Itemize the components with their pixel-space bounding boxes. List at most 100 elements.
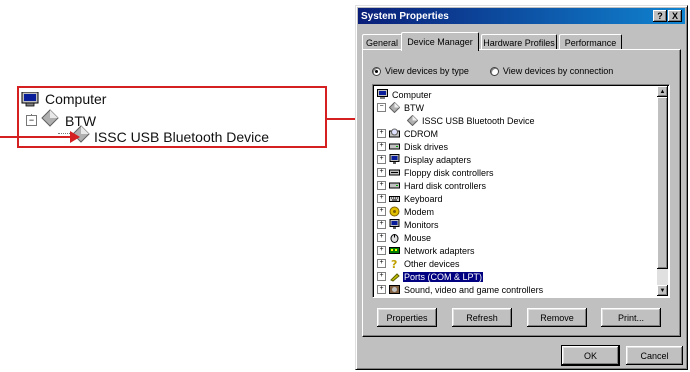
properties-button[interactable]: Properties [377, 308, 437, 327]
tree-item-label: Computer [392, 89, 432, 100]
tree-item[interactable]: + Disk drives [377, 140, 449, 153]
port-icon [389, 271, 400, 282]
collapse-icon[interactable]: − [377, 103, 386, 112]
collapse-icon: − [26, 115, 37, 126]
disk-icon [389, 180, 400, 191]
dialog-title: System Properties [361, 10, 449, 22]
tree-item-label: Mouse [404, 232, 432, 243]
tree-item[interactable]: + Monitors [377, 218, 440, 231]
computer-icon [377, 89, 388, 100]
dialog-titlebar[interactable]: System Properties ? X [358, 8, 685, 24]
tree-item[interactable]: − BTW [377, 101, 425, 114]
modem-icon [389, 206, 400, 217]
tree-item[interactable]: ISSC USB Bluetooth Device [406, 114, 536, 127]
tab-general[interactable]: General [362, 34, 402, 50]
network-icon [389, 245, 400, 256]
zoom-computer-row: Computer [21, 91, 106, 107]
tree-item[interactable]: + Ports (COM & LPT) [377, 270, 485, 283]
expand-icon[interactable]: + [377, 233, 386, 242]
tree-item-label: Display adapters [404, 154, 472, 165]
device-tree[interactable]: ▲ ▼ Computer − BTW ISSC USB Bluetooth Devic… [372, 84, 670, 298]
radio-by-type[interactable] [372, 66, 381, 76]
tree-item-label: Ports (COM & LPT) [401, 270, 485, 283]
tree-item[interactable]: + Sound, video and game controllers [377, 283, 544, 296]
radio-by-connection[interactable] [489, 66, 499, 76]
radio-by-connection-label[interactable]: View devices by connection [503, 66, 613, 76]
tree-item-label: Modem [404, 206, 435, 217]
tree-item-label: Disk drives [404, 141, 449, 152]
monitor-icon [389, 154, 400, 165]
view-mode-options: View devices by type View devices by con… [372, 66, 613, 76]
floppy-icon [389, 167, 400, 178]
mouse-icon [389, 232, 400, 243]
tree-item-label: Network adapters [404, 245, 475, 256]
close-button[interactable]: X [668, 10, 682, 22]
tree-item-label: Monitors [404, 219, 439, 230]
tree-item-label: Floppy disk controllers [404, 167, 494, 178]
tree-item-label: Hard disk controllers [404, 180, 487, 191]
tab-performance[interactable]: Performance [559, 34, 622, 50]
tree-item[interactable]: +System devices [377, 296, 468, 299]
zoom-device-label: ISSC USB Bluetooth Device [94, 128, 270, 145]
monitor-icon [389, 219, 400, 230]
tree-item[interactable]: + Network adapters [377, 244, 476, 257]
tree-item[interactable]: +? Other devices [377, 257, 461, 271]
tree-item[interactable]: + Hard disk controllers [377, 179, 487, 192]
expand-icon[interactable]: + [377, 194, 386, 203]
tree-item-label: Sound, video and game controllers [404, 284, 544, 295]
expand-icon[interactable]: + [377, 285, 386, 294]
tree-item-label: BTW [404, 102, 424, 113]
svg-text:?: ? [391, 258, 397, 269]
ok-button[interactable]: OK [561, 345, 620, 366]
computer-icon [389, 297, 400, 298]
diamond-icon [406, 114, 419, 127]
remove-button[interactable]: Remove [527, 308, 587, 327]
tree-item[interactable]: Computer [377, 88, 433, 101]
scroll-thumb[interactable] [657, 97, 668, 269]
system-properties-dialog: System Properties ? X General Device Man… [355, 5, 688, 370]
disk-icon [389, 141, 400, 152]
help-button[interactable]: ? [653, 10, 667, 22]
tree-item[interactable]: + Mouse [377, 231, 432, 244]
zoom-computer-label: Computer [45, 91, 107, 107]
tree-item-label: Keyboard [404, 193, 443, 204]
scroll-up-icon[interactable]: ▲ [657, 86, 668, 97]
tree-scrollbar[interactable]: ▲ ▼ [657, 86, 668, 296]
question-icon: ? [389, 258, 400, 271]
arrow-right-icon [70, 131, 80, 143]
tree-item[interactable]: + CDROM [377, 127, 439, 140]
zoom-device-row: ISSC USB Bluetooth Device [72, 125, 269, 148]
tab-hardware-profiles[interactable]: Hardware Profiles [481, 34, 557, 50]
tree-item-label: Other devices [404, 258, 460, 269]
expand-icon[interactable]: + [377, 181, 386, 190]
expand-icon[interactable]: + [377, 259, 386, 268]
expand-icon[interactable]: + [377, 272, 386, 281]
expand-icon[interactable]: + [377, 207, 386, 216]
cancel-button[interactable]: Cancel [626, 346, 683, 365]
scroll-down-icon[interactable]: ▼ [657, 285, 668, 296]
tree-item[interactable]: + Floppy disk controllers [377, 166, 495, 179]
cdrom-icon [389, 128, 400, 139]
diamond-icon [388, 101, 401, 114]
radio-by-type-label[interactable]: View devices by type [385, 66, 469, 76]
computer-icon [21, 91, 39, 107]
expand-icon[interactable]: + [377, 220, 386, 229]
expand-icon[interactable]: + [377, 168, 386, 177]
expand-icon[interactable]: + [377, 155, 386, 164]
expand-icon[interactable]: + [377, 129, 386, 138]
tree-item-label: System devices [403, 298, 468, 299]
tree-item[interactable]: + Modem [377, 205, 435, 218]
expand-icon[interactable]: + [377, 142, 386, 151]
pointer-arrow-line [0, 136, 74, 138]
tree-item-label: CDROM [404, 128, 438, 139]
keyboard-icon [389, 193, 400, 204]
expand-icon[interactable]: + [377, 246, 386, 255]
diamond-icon [41, 109, 59, 132]
refresh-button[interactable]: Refresh [452, 308, 512, 327]
tab-device-manager[interactable]: Device Manager [401, 32, 479, 51]
tree-item-label: ISSC USB Bluetooth Device [422, 115, 535, 126]
tree-item[interactable]: + Keyboard [377, 192, 444, 205]
tree-item[interactable]: + Display adapters [377, 153, 472, 166]
print-button[interactable]: Print... [601, 308, 661, 327]
sound-icon [389, 284, 400, 295]
